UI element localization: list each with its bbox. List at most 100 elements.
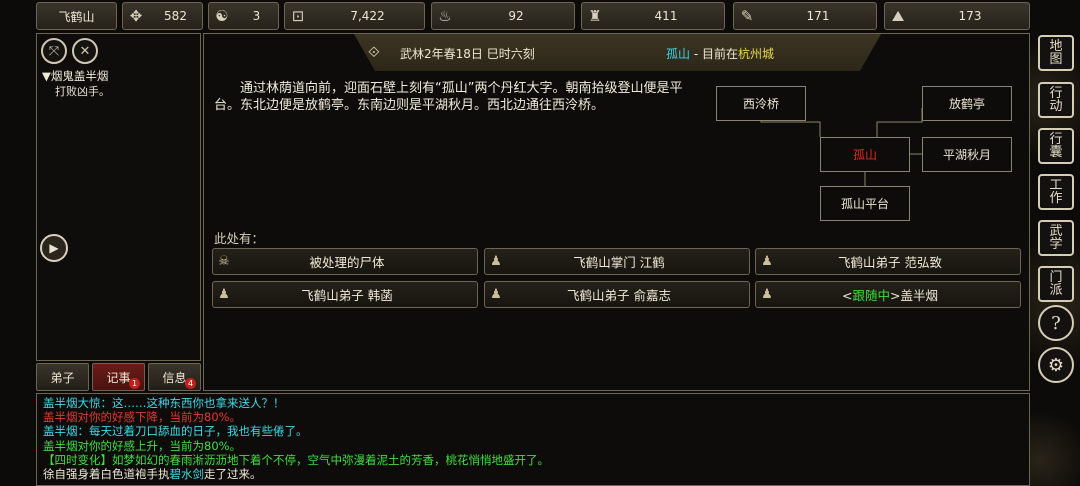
right-menu: 地图 行动 行囊 工作 武学 门派 ? ⚙ <box>1034 33 1078 393</box>
entity-npc[interactable]: ♟ 飞鹤山弟子 范弘致 <box>755 248 1021 275</box>
person-icon: ♟ <box>490 254 502 269</box>
yinyang-icon: ☯ <box>215 7 229 25</box>
action-button-label: 行动 <box>1049 86 1063 114</box>
person-icon: ♟ <box>761 287 773 302</box>
stat-yinyang[interactable]: ☯ 3 <box>208 2 279 30</box>
bag-button-label: 行囊 <box>1049 132 1063 160</box>
tab-disciples[interactable]: 弟子 <box>36 363 89 391</box>
entity-npc[interactable]: ♟ 飞鹤山弟子 俞嘉志 <box>484 281 750 308</box>
log-line: 盖半烟：每天过着刀口舔血的日子，我也有些倦了。 <box>43 424 308 439</box>
beast-icon: ✥ <box>129 7 143 25</box>
map-node-south[interactable]: 孤山平台 <box>820 186 910 221</box>
sect-button-label: 门派 <box>1049 270 1063 298</box>
log-line: 盖半烟大惊：这……这种东西你也拿来送人？！ <box>43 396 285 410</box>
entity-label: 飞鹤山掌门 江鹤 <box>573 255 665 270</box>
map-button[interactable]: 地图 <box>1038 35 1074 71</box>
skull-icon: ☠ <box>218 254 230 269</box>
quest-description: 打败凶手。 <box>55 85 110 98</box>
stat-coin[interactable]: ⊡ 7,422 <box>284 2 425 30</box>
settings-label: ⚙ <box>1047 354 1065 376</box>
location-banner: ⟐ 武林2年春18日 巳时六刻 孤山 - 目前在杭州城 <box>354 34 881 71</box>
food-icon: ♨ <box>438 7 452 25</box>
stat-gourd[interactable]: ♜ 411 <box>581 2 725 30</box>
entity-label: <跟随中>盖半烟 <box>778 285 1020 304</box>
tab-journal-label: 记事 <box>106 370 131 385</box>
work-button[interactable]: 工作 <box>1038 174 1074 210</box>
location-city: 杭州城 <box>737 47 774 61</box>
sect-button[interactable]: 门派 <box>1038 266 1074 302</box>
log-item-link[interactable]: 碧水剑 <box>170 467 205 481</box>
stat-scroll-value: 171 <box>806 9 830 23</box>
stat-beast-value: 582 <box>164 9 187 23</box>
ore-icon: ⛰ <box>891 7 905 25</box>
top-stat-bar: 飞鹤山 ✥ 582 ☯ 3 ⊡ 7,422 ♨ 92 ♜ 411 ✎ 171 ⛰… <box>36 2 1030 30</box>
quest-title[interactable]: ▼烟鬼盖半烟 <box>42 68 108 84</box>
stat-gourd-value: 411 <box>654 9 678 23</box>
location-separator: - 目前在 <box>690 47 738 61</box>
log-line: 徐自强身着白色道袍手执碧水剑走了过来。 <box>43 467 1023 481</box>
scroll-icon: ✎ <box>740 7 754 25</box>
map-marker-icon: ⟐ <box>368 43 380 61</box>
stat-food[interactable]: ♨ 92 <box>431 2 575 30</box>
tab-disciples-label: 弟子 <box>50 370 75 385</box>
entity-label: 飞鹤山弟子 韩菡 <box>301 288 393 303</box>
log-text: 走了过来。 <box>204 467 262 482</box>
action-button[interactable]: 行动 <box>1038 82 1074 118</box>
log-text: 徐自强身着白色道袍手执 <box>43 467 170 482</box>
log-line: 盖半烟对你的好感下降，当前为80%。 <box>43 410 242 425</box>
entity-npc[interactable]: ♟ 飞鹤山掌门 江鹤 <box>484 248 750 275</box>
help-icon[interactable]: ? <box>1038 305 1074 341</box>
person-icon: ♟ <box>761 254 773 269</box>
gourd-icon: ♜ <box>588 7 602 25</box>
location-place: 孤山 <box>666 47 691 61</box>
person-icon: ♟ <box>218 287 230 302</box>
close-icon[interactable]: ✕ <box>72 38 98 64</box>
entity-label: 飞鹤山弟子 俞嘉志 <box>567 288 671 303</box>
map-node-northwest[interactable]: 西泠桥 <box>716 86 806 121</box>
game-date: 武林2年春18日 巳时六刻 <box>400 47 535 61</box>
tab-info-label: 信息 <box>162 370 187 385</box>
work-button-label: 工作 <box>1049 178 1063 206</box>
quest-panel: ⤧ ✕ ▼烟鬼盖半烟 打败凶手。 ▶ <box>36 33 201 361</box>
coin-icon: ⊡ <box>291 7 305 25</box>
location-description: 通过林荫道向前，迎面石壁上刻有“孤山”两个丹红大字。朝南拾级登山便是平台。东北边… <box>214 81 683 113</box>
sect-name-box[interactable]: 飞鹤山 <box>36 2 117 30</box>
here-label: 此处有： <box>214 231 265 246</box>
collapse-icon[interactable]: ⤧ <box>41 38 67 64</box>
person-icon: ♟ <box>490 287 502 302</box>
entity-corpse[interactable]: ☠ 被处理的尸体 <box>212 248 478 275</box>
martial-arts-button-label: 武学 <box>1049 224 1063 252</box>
sect-name: 飞鹤山 <box>58 9 95 24</box>
info-badge: 4 <box>185 378 196 389</box>
map-node-northeast[interactable]: 放鹤亭 <box>922 86 1012 121</box>
play-icon[interactable]: ▶ <box>40 234 68 262</box>
bag-button[interactable]: 行囊 <box>1038 128 1074 164</box>
current-location: 孤山 - 目前在杭州城 <box>666 45 774 62</box>
location-panel: ⟐ 武林2年春18日 巳时六刻 孤山 - 目前在杭州城 通过林荫道向前，迎面石壁… <box>203 33 1030 391</box>
help-label: ? <box>1051 312 1061 334</box>
follower-prefix: < <box>842 288 853 303</box>
stat-ore-value: 173 <box>958 9 982 23</box>
journal-badge: 1 <box>129 378 140 389</box>
map-node-southeast[interactable]: 平湖秋月 <box>922 137 1012 172</box>
map-button-label: 地图 <box>1049 39 1063 67</box>
stat-beast[interactable]: ✥ 582 <box>122 2 203 30</box>
martial-arts-button[interactable]: 武学 <box>1038 220 1074 256</box>
stat-scroll[interactable]: ✎ 171 <box>733 2 877 30</box>
entity-npc[interactable]: ♟ 飞鹤山弟子 韩菡 <box>212 281 478 308</box>
stat-yinyang-value: 3 <box>252 9 261 23</box>
tab-journal[interactable]: 记事 1 <box>92 363 145 391</box>
message-log[interactable]: 盖半烟大惊：这……这种东西你也拿来送人？！ 盖半烟对你的好感下降，当前为80%。… <box>36 393 1030 486</box>
entity-label: 飞鹤山弟子 范弘致 <box>838 255 942 270</box>
log-line: 【四时变化】如梦如幻的春雨淅沥沥地下着个不停，空气中弥漫着泥土的芳香，桃花悄悄地… <box>43 452 549 467</box>
tab-info[interactable]: 信息 4 <box>148 363 201 391</box>
stat-coin-value: 7,422 <box>350 9 385 23</box>
stat-food-value: 92 <box>508 9 524 23</box>
settings-icon[interactable]: ⚙ <box>1038 347 1074 383</box>
entity-follower[interactable]: ♟ <跟随中>盖半烟 <box>755 281 1021 308</box>
map-node-current: 孤山 <box>820 137 910 172</box>
stat-ore[interactable]: ⛰ 173 <box>884 2 1030 30</box>
follower-name: >盖半烟 <box>890 288 938 303</box>
entity-label: 被处理的尸体 <box>309 255 385 270</box>
log-line: 盖半烟对你的好感上升，当前为80%。 <box>43 438 242 453</box>
